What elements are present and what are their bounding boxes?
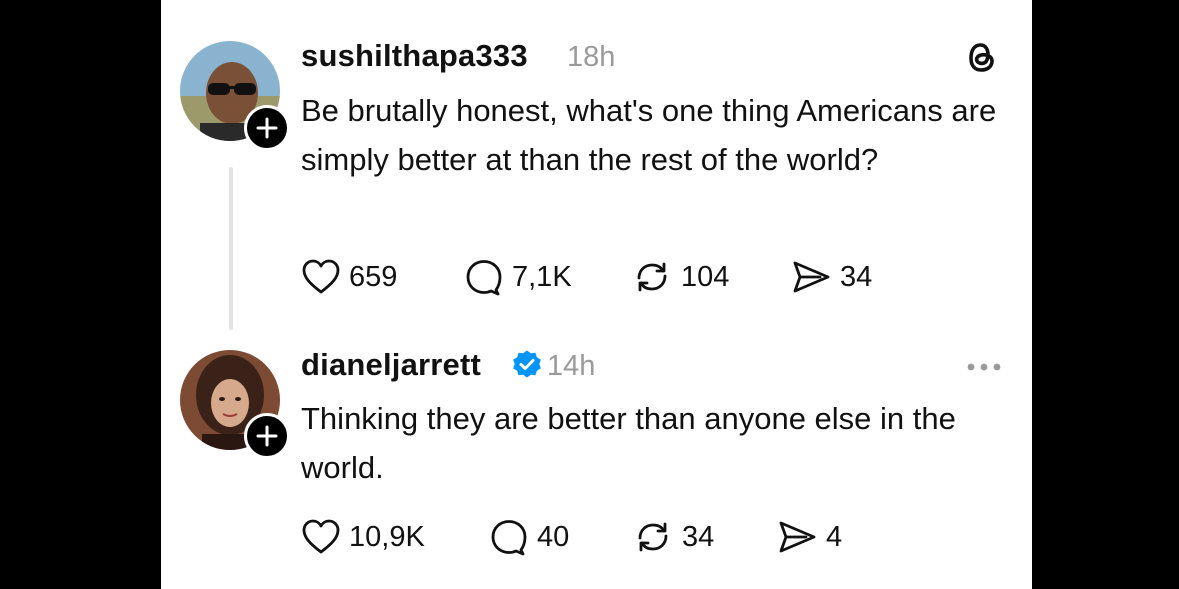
timestamp: 14h [547,350,596,382]
send-icon [793,261,830,293]
share-count: 34 [840,260,873,293]
repost-button[interactable]: 34 [632,518,714,556]
username[interactable]: dianeljarrett [301,347,481,383]
username[interactable]: sushilthapa333 [301,38,528,74]
send-icon [779,521,816,553]
timestamp: 18h [567,41,616,73]
repost-count: 104 [681,260,730,293]
like-button[interactable]: 10,9K [301,518,425,556]
repost-icon [638,522,668,552]
heart-icon [302,259,340,294]
plus-icon [256,425,278,447]
like-count: 659 [349,260,398,293]
reply-button[interactable]: 40 [489,518,569,556]
share-button[interactable]: 4 [776,518,842,556]
threads-panel: sushilthapa333 18h Be brutally honest, w… [161,0,1032,589]
repost-icon [637,262,667,292]
comment-icon [466,260,502,296]
verified-badge-icon [511,349,543,386]
reply-button[interactable]: 7,1K [464,258,572,296]
repost-count: 34 [682,520,715,553]
like-count: 10,9K [349,520,425,553]
repost-button[interactable]: 104 [631,258,729,296]
threads-logo-icon[interactable] [965,38,999,81]
follow-button-1[interactable] [244,105,290,151]
comment-icon [491,520,527,556]
plus-icon [256,117,278,139]
share-count: 4 [826,520,843,553]
reply-count: 40 [537,520,570,553]
reply-count: 7,1K [512,260,572,293]
heart-icon [302,519,340,554]
post-text: Thinking they are better than anyone els… [301,401,956,485]
like-button[interactable]: 659 [301,258,397,296]
share-button[interactable]: 34 [790,258,872,296]
thread-connector-line [229,167,233,330]
post-text: Be brutally honest, what's one thing Ame… [301,93,997,177]
follow-button-2[interactable] [244,413,290,459]
more-options-icon[interactable] [965,360,1003,378]
